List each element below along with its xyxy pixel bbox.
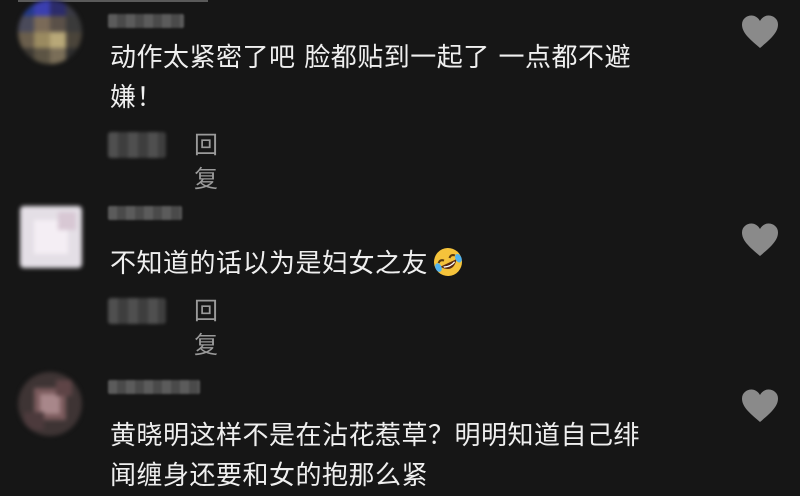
comment-item: 黄晓明这样不是在沾花惹草？明明知道自己绯 闻缠身还要和女的抱那么紧	[0, 364, 800, 495]
reply-button[interactable]: 回复	[194, 128, 218, 196]
comment-text: 动作太紧密了吧 脸都贴到一起了 一点都不避 嫌！	[110, 38, 631, 118]
comment-item: 动作太紧密了吧 脸都贴到一起了 一点都不避 嫌！ 回复	[0, 0, 800, 193]
username-blurred[interactable]	[108, 14, 184, 28]
comment-text: 黄晓明这样不是在沾花惹草？明明知道自己绯 闻缠身还要和女的抱那么紧	[110, 416, 640, 496]
username-blurred[interactable]	[108, 206, 182, 220]
like-button[interactable]	[740, 222, 780, 258]
like-button[interactable]	[740, 14, 780, 50]
comment-item: 不知道的话以为是妇女之友 回复	[0, 196, 800, 359]
heart-icon	[742, 223, 778, 256]
like-button[interactable]	[740, 388, 780, 424]
avatar[interactable]	[20, 206, 82, 268]
timestamp-blurred	[108, 298, 166, 324]
timestamp-blurred	[108, 132, 166, 158]
avatar[interactable]	[18, 0, 82, 64]
heart-icon	[742, 389, 778, 422]
comment-text-line: 嫌！	[110, 83, 164, 113]
comment-text-line: 黄晓明这样不是在沾花惹草？明明知道自己绯	[110, 421, 641, 451]
reply-button[interactable]: 回复	[194, 294, 218, 362]
comment-text-line: 闻缠身还要和女的抱那么紧	[110, 461, 429, 491]
username-blurred[interactable]	[108, 380, 200, 394]
avatar[interactable]	[18, 372, 82, 436]
rolling-on-floor-laughing-emoji	[434, 248, 463, 276]
comment-text-line: 不知道的话以为是妇女之友	[110, 249, 429, 279]
comment-text: 不知道的话以为是妇女之友	[110, 244, 464, 284]
comment-text-line: 动作太紧密了吧 脸都贴到一起了 一点都不避	[110, 43, 632, 73]
heart-icon	[742, 15, 778, 48]
